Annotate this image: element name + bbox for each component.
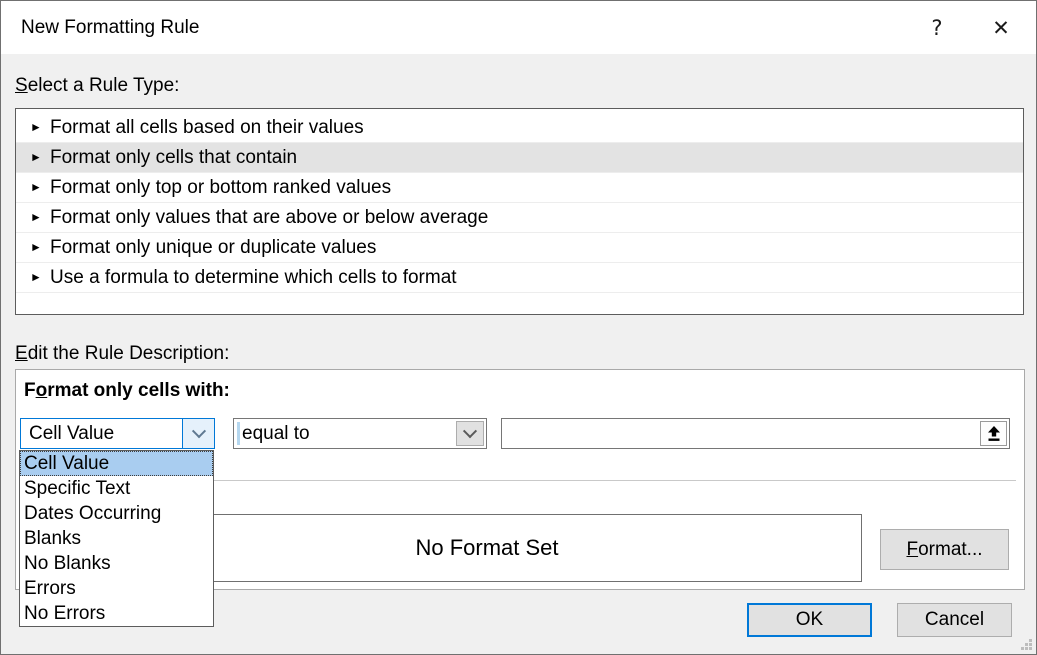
- rule-arrow-icon: ►: [30, 143, 50, 172]
- dropdown-option[interactable]: Dates Occurring: [20, 501, 213, 526]
- cell-value-combobox[interactable]: Cell Value: [20, 418, 215, 449]
- rule-type-item[interactable]: ► Format only values that are above or b…: [16, 203, 1023, 233]
- cell-value-combobox-value: Cell Value: [29, 419, 114, 448]
- rule-type-item-selected[interactable]: ► Format only cells that contain: [16, 143, 1023, 173]
- format-preview-text: No Format Set: [415, 535, 558, 561]
- dropdown-option[interactable]: No Errors: [20, 601, 213, 626]
- rule-type-list: ► Format all cells based on their values…: [15, 108, 1024, 315]
- rule-type-item-label: Use a formula to determine which cells t…: [50, 263, 457, 292]
- dropdown-option[interactable]: Errors: [20, 576, 213, 601]
- dropdown-option[interactable]: No Blanks: [20, 551, 213, 576]
- resize-grip[interactable]: [1020, 638, 1033, 651]
- rule-type-item-label: Format only top or bottom ranked values: [50, 173, 391, 202]
- collapse-dialog-button[interactable]: [980, 421, 1007, 446]
- cancel-button[interactable]: Cancel: [897, 603, 1012, 637]
- chevron-down-icon: [463, 424, 477, 438]
- titlebar[interactable]: New Formatting Rule ? ✕: [1, 1, 1036, 54]
- edit-rule-description-label: Edit the Rule Description:: [15, 343, 229, 365]
- text-caret: [237, 422, 240, 445]
- ok-button[interactable]: OK: [747, 603, 872, 637]
- rule-type-item[interactable]: ► Use a formula to determine which cells…: [16, 263, 1023, 293]
- rule-arrow-icon: ►: [30, 173, 50, 202]
- rule-type-item-label: Format only unique or duplicate values: [50, 233, 376, 262]
- collapse-dialog-icon: [987, 426, 1001, 442]
- operator-combobox-dropdown-button[interactable]: [456, 421, 484, 446]
- format-button[interactable]: Format...: [880, 529, 1009, 570]
- close-icon: ✕: [992, 16, 1010, 40]
- rule-arrow-icon: ►: [30, 113, 50, 142]
- rule-type-item-label: Format all cells based on their values: [50, 113, 364, 142]
- dropdown-option[interactable]: Specific Text: [20, 476, 213, 501]
- dialog-title: New Formatting Rule: [21, 1, 199, 54]
- rule-type-item[interactable]: ► Format only unique or duplicate values: [16, 233, 1023, 263]
- format-preview-box: No Format Set: [112, 514, 862, 582]
- help-icon: ?: [931, 16, 942, 40]
- cell-value-dropdown-list: Cell Value Specific Text Dates Occurring…: [19, 450, 214, 627]
- operator-combobox-value: equal to: [242, 419, 310, 448]
- cell-value-combobox-dropdown-button[interactable]: [182, 419, 214, 448]
- rule-type-item-label: Format only cells that contain: [50, 143, 297, 172]
- value-field: [501, 418, 1010, 449]
- rule-arrow-icon: ►: [30, 203, 50, 232]
- chevron-down-icon: [191, 424, 205, 438]
- format-only-cells-with-label: Format only cells with:: [24, 380, 230, 402]
- close-button[interactable]: ✕: [978, 1, 1024, 54]
- operator-combobox[interactable]: equal to: [233, 418, 487, 449]
- dropdown-option[interactable]: Blanks: [20, 526, 213, 551]
- new-formatting-rule-dialog: New Formatting Rule ? ✕ Select a Rule Ty…: [0, 0, 1037, 655]
- value-input[interactable]: [504, 421, 977, 446]
- select-rule-type-label: Select a Rule Type:: [15, 75, 179, 97]
- rule-type-item[interactable]: ► Format only top or bottom ranked value…: [16, 173, 1023, 203]
- rule-type-item-label: Format only values that are above or bel…: [50, 203, 488, 232]
- rule-type-item[interactable]: ► Format all cells based on their values: [16, 113, 1023, 143]
- dropdown-option[interactable]: Cell Value: [20, 451, 213, 476]
- rule-arrow-icon: ►: [30, 263, 50, 292]
- rule-arrow-icon: ►: [30, 233, 50, 262]
- help-button[interactable]: ?: [914, 1, 960, 54]
